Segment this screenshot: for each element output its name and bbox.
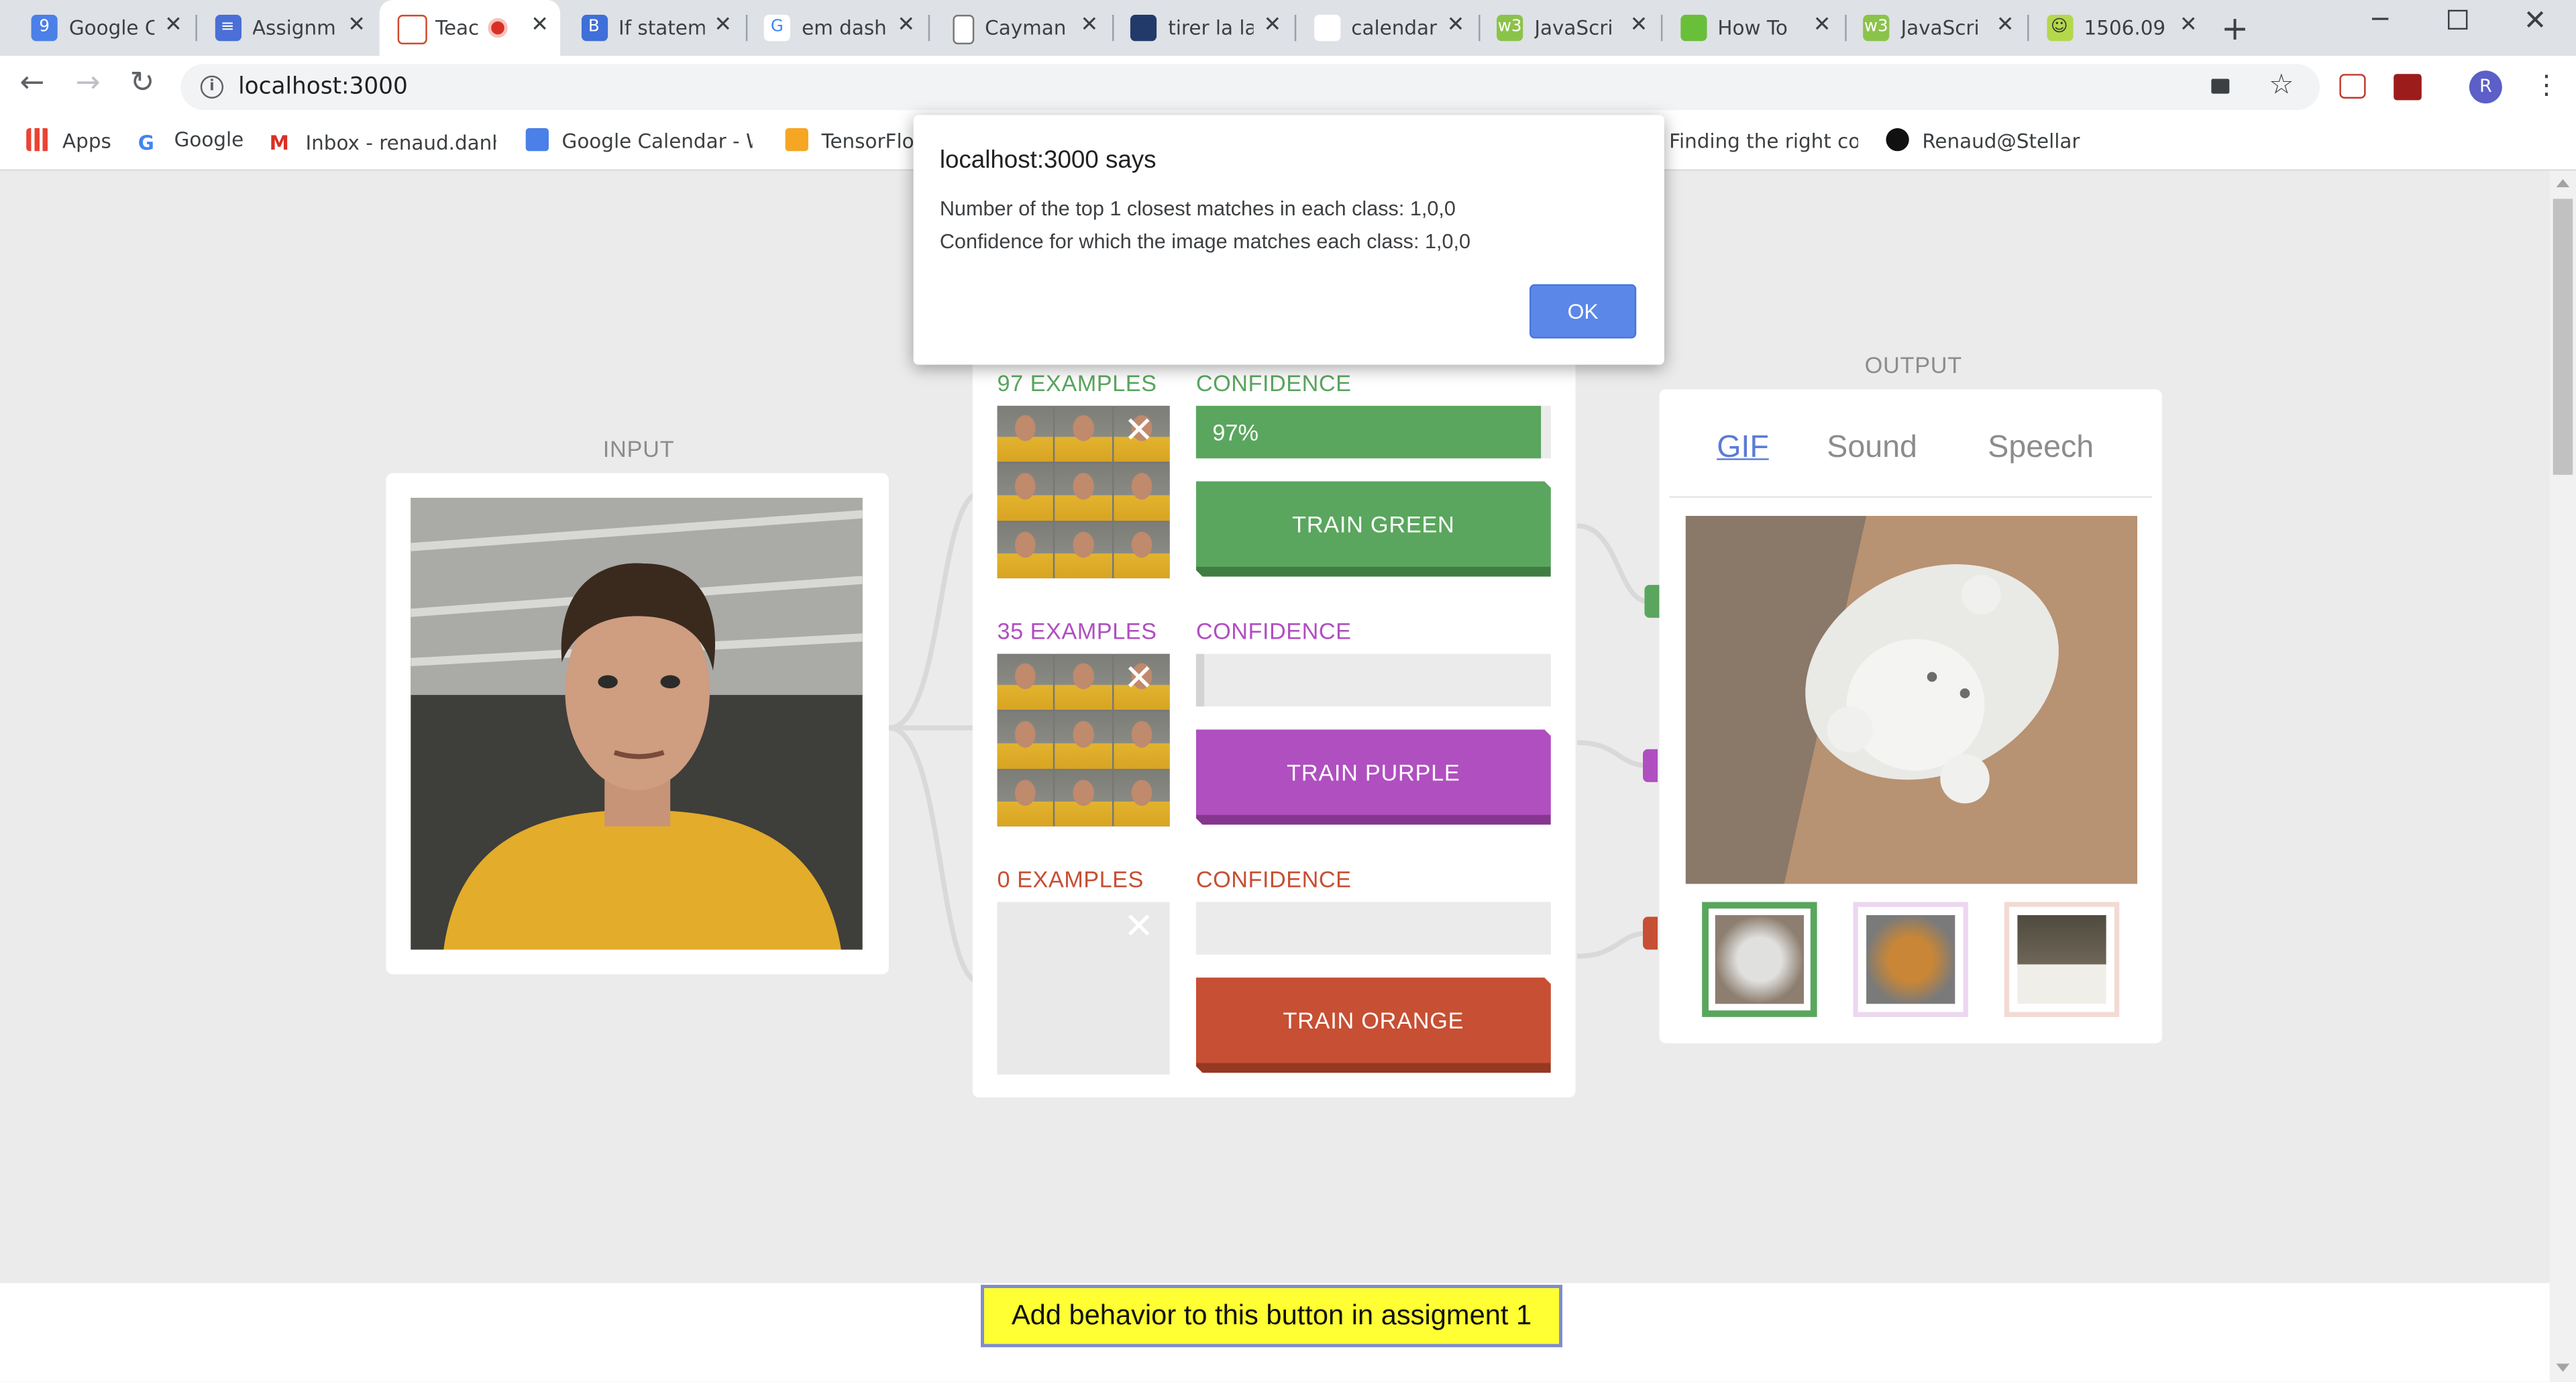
confidence-fill xyxy=(1195,653,1205,707)
output-section-label: OUTPUT xyxy=(1864,352,1962,378)
input-card xyxy=(386,473,889,975)
scroll-up-arrow-icon[interactable] xyxy=(2556,178,2570,188)
confidence-bar-green: 97% xyxy=(1195,405,1551,459)
cat-gif-image xyxy=(1685,515,2138,884)
train-orange-button[interactable]: TRAIN ORANGE xyxy=(1196,977,1551,1073)
scroll-down-arrow-icon[interactable] xyxy=(2556,1363,2570,1372)
dialog-ok-button[interactable]: OK xyxy=(1529,284,1637,339)
examples-count-green: 97 EXAMPLES xyxy=(997,370,1157,396)
confidence-bar-purple xyxy=(1195,653,1551,707)
gif-thumb-orange[interactable] xyxy=(2004,902,2120,1017)
webcam-feed xyxy=(411,498,863,950)
clear-examples-icon[interactable]: ✕ xyxy=(1124,411,1154,451)
webcam-person-image xyxy=(411,498,863,950)
output-port-green xyxy=(1644,584,1660,618)
input-section-label: INPUT xyxy=(602,435,675,462)
clear-examples-icon[interactable]: ✕ xyxy=(1124,907,1154,948)
assignment-button[interactable]: Add behavior to this button in assigment… xyxy=(981,1285,1562,1348)
tab-sound[interactable]: Sound xyxy=(1827,431,1917,467)
train-button-label: TRAIN PURPLE xyxy=(1287,759,1460,786)
train-button-label: TRAIN ORANGE xyxy=(1283,1007,1464,1034)
scrollbar[interactable] xyxy=(2549,170,2576,1382)
scrollbar-thumb[interactable] xyxy=(2553,199,2573,475)
output-port-purple xyxy=(1643,749,1658,782)
tab-gif[interactable]: GIF xyxy=(1717,431,1769,467)
confidence-label-orange: CONFIDENCE xyxy=(1195,865,1352,892)
output-gif xyxy=(1685,515,2138,884)
output-port-orange xyxy=(1643,916,1658,950)
gif-thumb-green[interactable] xyxy=(1702,902,1817,1017)
confidence-percent: 97% xyxy=(1212,419,1259,445)
dialog-message-line2: Confidence for which the image matches e… xyxy=(939,229,1471,254)
alert-dialog: localhost:3000 says Number of the top 1 … xyxy=(913,115,1664,365)
tabs-divider xyxy=(1669,496,2153,498)
dialog-message-line1: Number of the top 1 closest matches in e… xyxy=(939,197,1456,221)
train-purple-button[interactable]: TRAIN PURPLE xyxy=(1196,729,1551,825)
confidence-label-green: CONFIDENCE xyxy=(1195,370,1352,396)
clear-examples-icon[interactable]: ✕ xyxy=(1124,659,1154,700)
examples-count-orange: 0 EXAMPLES xyxy=(997,865,1144,892)
train-button-label: TRAIN GREEN xyxy=(1292,511,1455,537)
confidence-label-purple: CONFIDENCE xyxy=(1195,617,1352,645)
examples-count-purple: 35 EXAMPLES xyxy=(997,617,1157,645)
gif-thumb-purple[interactable] xyxy=(1853,902,1968,1017)
dialog-title: localhost:3000 says xyxy=(939,146,1157,174)
train-green-button[interactable]: TRAIN GREEN xyxy=(1196,482,1551,577)
tab-speech[interactable]: Speech xyxy=(1988,431,2094,467)
output-card: GIF Sound Speech xyxy=(1659,389,2162,1044)
confidence-bar-orange xyxy=(1195,902,1551,955)
